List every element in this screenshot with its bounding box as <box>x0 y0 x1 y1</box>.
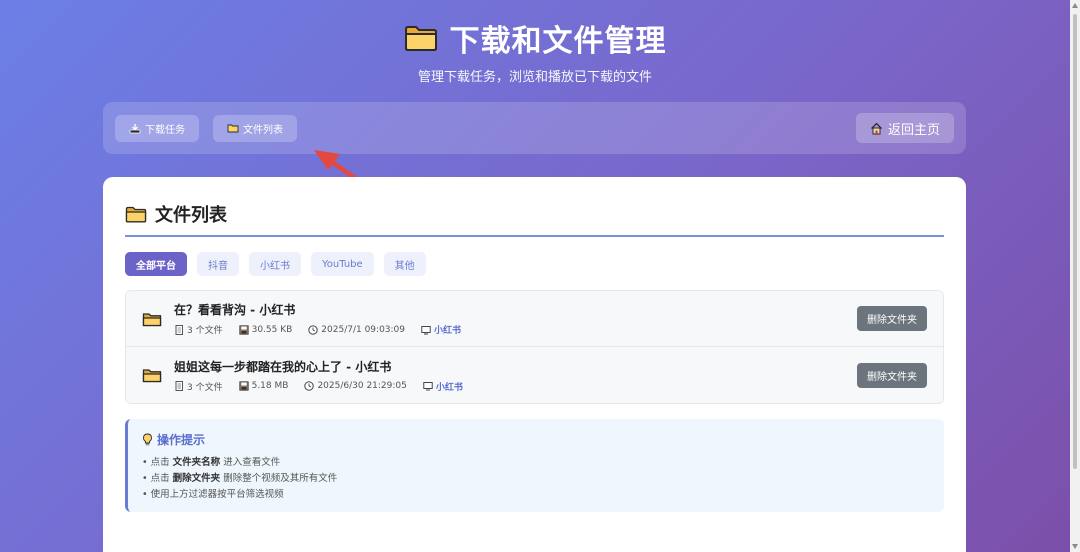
folder-row: 姐姐这每一步都踏在我的心上了 - 小红书 3 个文件 5.18 MB 2025/… <box>126 347 943 403</box>
document-icon <box>175 324 183 335</box>
file-count: 3 个文件 <box>174 323 223 336</box>
tips-title: 操作提示 <box>157 433 206 447</box>
page-title: 下载和文件管理 <box>449 24 667 59</box>
storage-icon <box>238 324 249 335</box>
delete-folder-button[interactable]: 删除文件夹 <box>857 362 927 388</box>
clock-icon <box>308 324 318 335</box>
scroll-up-arrow-icon[interactable] <box>1072 3 1078 8</box>
page-subtitle: 管理下载任务，浏览和播放已下载的文件 <box>417 70 652 85</box>
folder-size: 30.55 KB <box>238 324 292 335</box>
folder-date: 2025/7/1 09:03:09 <box>308 325 405 335</box>
filter-all[interactable]: 全部平台 <box>125 252 187 276</box>
tip-line: • 点击 文件夹名称 进入查看文件 <box>142 457 281 468</box>
folder-platform: 小红书 <box>423 380 463 393</box>
file-list-button[interactable]: 文件列表 <box>213 114 297 142</box>
lightbulb-icon <box>143 433 152 446</box>
monitor-icon <box>421 325 431 334</box>
file-count: 3 个文件 <box>174 380 223 393</box>
folder-icon <box>125 206 147 222</box>
download-tasks-label: 下载任务 <box>145 124 185 136</box>
folder-row: 在？看看背沟 - 小红书 3 个文件 30.55 KB 2025/7/1 09:… <box>126 291 943 347</box>
back-home-label: 返回主页 <box>887 122 940 138</box>
document-icon <box>175 381 183 391</box>
back-home-button[interactable]: 返回主页 <box>855 113 954 143</box>
file-list-label: 文件列表 <box>243 124 283 136</box>
folder-date: 2025/6/30 21:29:05 <box>304 381 407 391</box>
page-header: 下载和文件管理 管理下载任务，浏览和播放已下载的文件 <box>0 16 1070 85</box>
nav-toolbar: 下载任务 文件列表 返回主页 <box>103 102 966 154</box>
folder-icon <box>404 26 437 51</box>
panel-title: 文件列表 <box>155 205 227 226</box>
scroll-down-arrow-icon[interactable] <box>1072 544 1078 549</box>
scroll-thumb[interactable] <box>1073 14 1077 469</box>
download-tray-icon <box>129 123 141 133</box>
tip-line: • 使用上方过滤器按平台筛选视频 <box>142 489 284 500</box>
monitor-icon <box>423 382 433 391</box>
download-tasks-button[interactable]: 下载任务 <box>115 114 199 142</box>
folder-name-link[interactable]: 姐姐这每一步都踏在我的心上了 - 小红书 <box>174 358 857 375</box>
folder-size: 5.18 MB <box>238 381 288 391</box>
folder-icon <box>142 312 162 326</box>
folder-name-link[interactable]: 在？看看背沟 - 小红书 <box>174 301 857 318</box>
filter-douyin[interactable]: 抖音 <box>197 252 239 276</box>
tips-box: 操作提示 • 点击 文件夹名称 进入查看文件 • 点击 删除文件夹 删除整个视频… <box>125 419 944 512</box>
panel-header: 文件列表 <box>125 199 944 237</box>
filter-xiaohongshu[interactable]: 小红书 <box>249 252 301 276</box>
folder-list: 在？看看背沟 - 小红书 3 个文件 30.55 KB 2025/7/1 09:… <box>125 290 944 404</box>
platform-filters: 全部平台 抖音 小红书 YouTube 其他 <box>125 252 944 276</box>
folder-platform: 小红书 <box>421 323 461 336</box>
clock-icon <box>304 381 315 391</box>
tips-header: 操作提示 <box>142 431 930 448</box>
file-list-panel: 文件列表 全部平台 抖音 小红书 YouTube 其他 在？看看背沟 - 小红书… <box>103 177 966 552</box>
storage-icon <box>238 381 249 391</box>
filter-other[interactable]: 其他 <box>383 252 426 276</box>
delete-folder-button[interactable]: 删除文件夹 <box>857 306 927 331</box>
page-scrollbar[interactable] <box>1070 0 1080 552</box>
folder-icon <box>227 124 239 133</box>
house-icon <box>871 122 882 134</box>
filter-youtube[interactable]: YouTube <box>311 252 374 276</box>
tip-line: • 点击 删除文件夹 删除整个视频及其所有文件 <box>142 473 338 484</box>
folder-icon <box>142 369 162 383</box>
